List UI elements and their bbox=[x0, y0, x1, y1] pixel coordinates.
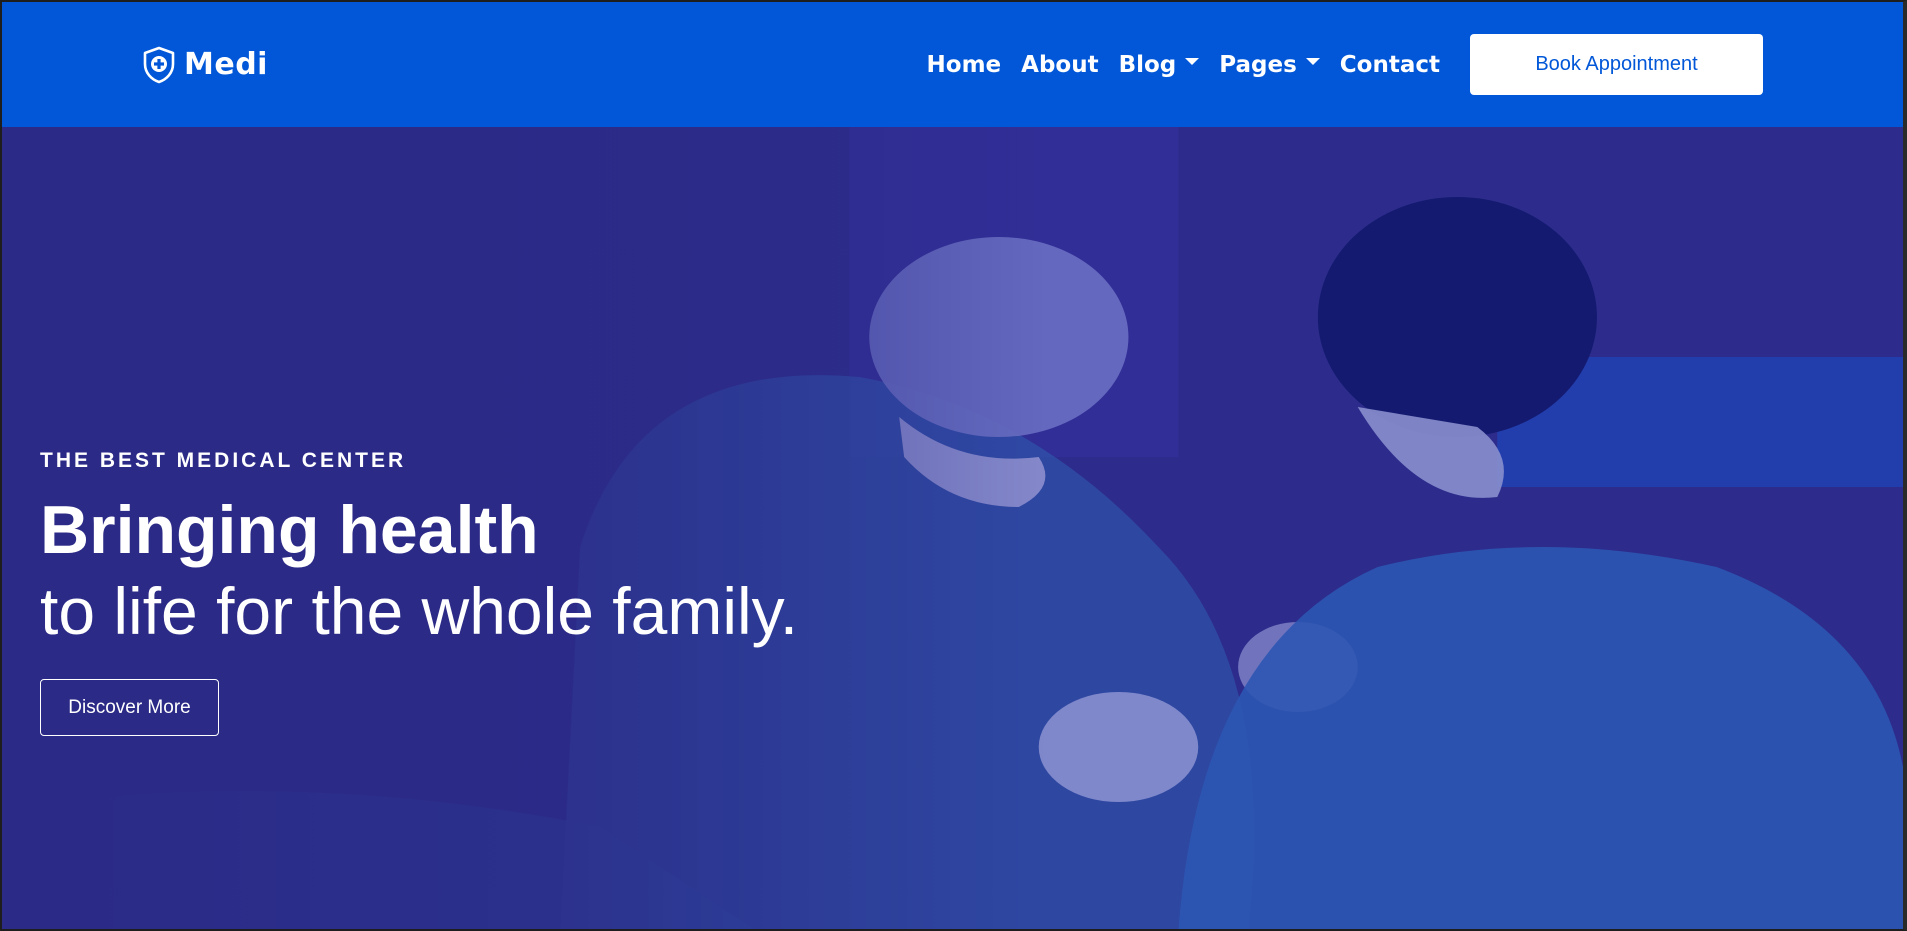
page: Medi Home About Blog Pages Contact Book … bbox=[0, 0, 1907, 931]
hero-content: THE BEST MEDICAL CENTER Bringing health … bbox=[40, 449, 798, 736]
navbar: Medi Home About Blog Pages Contact Book … bbox=[2, 2, 1903, 127]
nav-link-label: Pages bbox=[1219, 51, 1297, 78]
book-appointment-button[interactable]: Book Appointment bbox=[1470, 34, 1763, 95]
caret-down-icon bbox=[1305, 58, 1320, 65]
brand-name: Medi bbox=[184, 47, 268, 82]
nav-link-contact[interactable]: Contact bbox=[1330, 44, 1450, 86]
nav-link-blog[interactable]: Blog bbox=[1109, 44, 1210, 86]
hero-section: THE BEST MEDICAL CENTER Bringing health … bbox=[2, 127, 1903, 929]
discover-more-button[interactable]: Discover More bbox=[40, 679, 219, 736]
hero-subheadline: to life for the whole family. bbox=[40, 574, 799, 648]
nav-link-about[interactable]: About bbox=[1011, 44, 1108, 86]
nav-menu: Home About Blog Pages Contact bbox=[917, 44, 1450, 86]
nav-link-label: Blog bbox=[1118, 51, 1177, 78]
brand-logo[interactable]: Medi bbox=[142, 46, 268, 84]
caret-down-icon bbox=[1185, 58, 1200, 65]
nav-link-label: Home bbox=[926, 51, 1002, 78]
nav-link-pages[interactable]: Pages bbox=[1209, 44, 1330, 86]
shield-plus-icon bbox=[143, 46, 175, 83]
nav-link-label: Contact bbox=[1339, 51, 1440, 78]
nav-link-label: About bbox=[1021, 51, 1099, 78]
hero-headline: Bringing health bbox=[40, 492, 539, 568]
nav-link-home[interactable]: Home bbox=[917, 44, 1012, 86]
hero-eyebrow: THE BEST MEDICAL CENTER bbox=[40, 449, 407, 472]
